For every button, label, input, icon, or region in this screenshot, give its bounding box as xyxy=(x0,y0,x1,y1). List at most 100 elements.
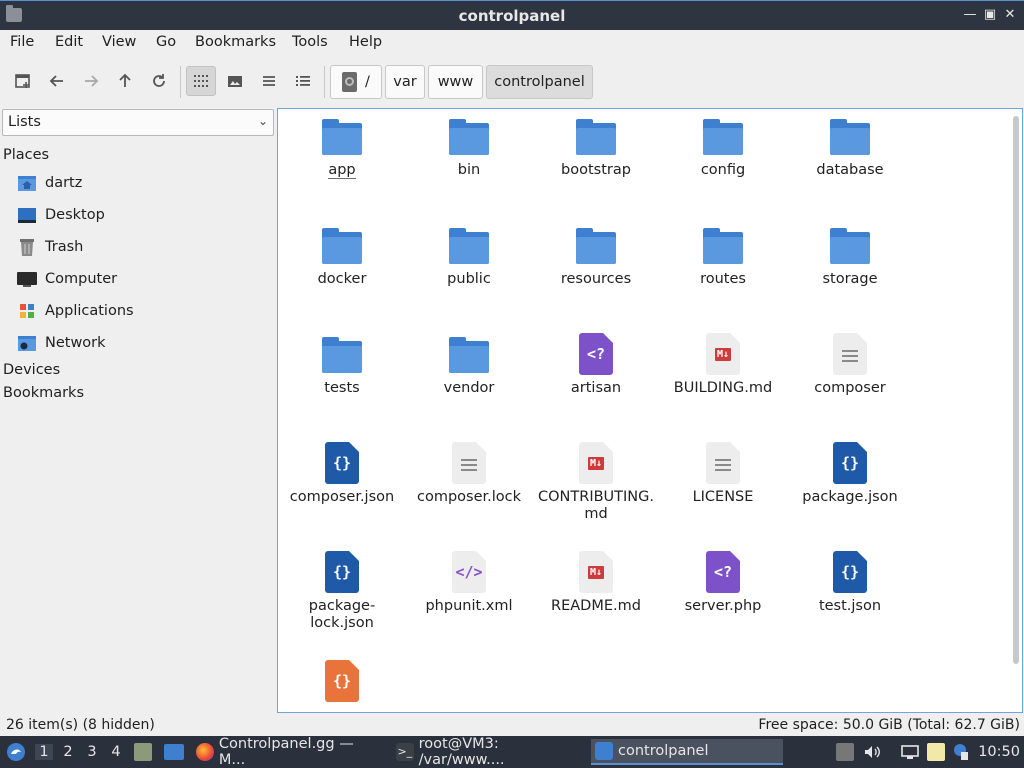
updates-icon[interactable] xyxy=(836,743,854,761)
scrollbar-thumb[interactable] xyxy=(1013,116,1019,664)
title-bar: controlpanel — ▣ ✕ xyxy=(0,0,1024,30)
folder-routes[interactable]: routes xyxy=(663,224,783,288)
workspace-4[interactable]: 4 xyxy=(107,744,125,760)
folder-bootstrap[interactable]: bootstrap xyxy=(536,115,656,179)
file-test-json[interactable]: {} test.json xyxy=(790,551,910,615)
file-contributing-md[interactable]: M↓ CONTRIBUTING. md xyxy=(536,442,656,523)
clipboard-icon[interactable] xyxy=(927,743,945,761)
menu-bookmarks[interactable]: Bookmarks xyxy=(195,34,276,50)
task-firefox[interactable]: Controlpanel.gg — M... xyxy=(192,736,384,768)
file-manager-launcher-icon[interactable] xyxy=(134,743,152,761)
reload-button[interactable] xyxy=(144,66,174,96)
folder-config[interactable]: config xyxy=(663,115,783,179)
markdown-file-icon: M↓ xyxy=(703,333,743,375)
folder-app[interactable]: app xyxy=(282,115,402,179)
folder-database[interactable]: database xyxy=(790,115,910,179)
sidebar-item-trash[interactable]: Trash xyxy=(16,233,266,261)
breadcrumb-root[interactable]: / xyxy=(330,65,382,99)
folder-storage[interactable]: storage xyxy=(790,224,910,288)
text-file-icon xyxy=(830,333,870,375)
compact-view-button[interactable] xyxy=(254,66,284,96)
bookmarks-header[interactable]: Bookmarks xyxy=(3,385,84,401)
file-server-php[interactable]: <? server.php xyxy=(663,551,783,615)
close-button[interactable]: ✕ xyxy=(1001,6,1019,24)
sidebar-item-applications[interactable]: Applications xyxy=(16,297,266,325)
sidebar-item-computer[interactable]: Computer xyxy=(16,265,266,293)
file-label: storage xyxy=(790,271,910,288)
file-composer-lock[interactable]: composer.lock xyxy=(409,442,529,506)
scrollbar[interactable] xyxy=(1011,113,1019,709)
file-license[interactable]: LICENSE xyxy=(663,442,783,506)
home-folder-icon xyxy=(16,173,38,193)
file-name: composer xyxy=(814,380,886,396)
file-label: public xyxy=(409,271,529,288)
folder-resources[interactable]: resources xyxy=(536,224,656,288)
start-menu-icon[interactable] xyxy=(6,742,26,762)
menu-view[interactable]: View xyxy=(102,34,136,50)
file-label: package- lock.json xyxy=(282,598,402,632)
folder-icon xyxy=(449,115,489,157)
folder-icon xyxy=(322,115,362,157)
sidebar-item-network[interactable]: Network xyxy=(16,329,266,357)
task-label: Controlpanel.gg — M... xyxy=(218,736,354,768)
workspace-2[interactable]: 2 xyxy=(59,744,77,760)
minimize-button[interactable]: — xyxy=(961,6,979,24)
folder-icon xyxy=(449,224,489,266)
text-file-icon xyxy=(703,442,743,484)
side-pane-mode-select[interactable]: Lists ⌄ xyxy=(2,109,274,136)
arrow-right-icon xyxy=(85,75,99,87)
menu-edit[interactable]: Edit xyxy=(55,34,83,50)
menu-go[interactable]: Go xyxy=(156,34,176,50)
icon-view-button[interactable] xyxy=(186,66,216,96)
file-building-md[interactable]: M↓ BUILDING.md xyxy=(663,333,783,397)
places-header[interactable]: Places xyxy=(3,147,49,163)
computer-icon xyxy=(16,269,38,289)
file-file[interactable]: {} xyxy=(282,660,402,707)
sidebar-item-desktop[interactable]: Desktop xyxy=(16,201,266,229)
breadcrumb-controlpanel[interactable]: controlpanel xyxy=(486,65,593,99)
menu-help[interactable]: Help xyxy=(349,34,382,50)
maximize-button[interactable]: ▣ xyxy=(981,6,999,24)
detailed-view-button[interactable] xyxy=(288,66,318,96)
workspace-1[interactable]: 1 xyxy=(35,744,53,760)
markdown-file-icon: M↓ xyxy=(576,442,616,484)
network-status-icon[interactable] xyxy=(901,743,919,761)
file-name: docker xyxy=(317,271,367,287)
breadcrumb-var[interactable]: var xyxy=(385,65,425,99)
file-view[interactable]: app bin bootstrap config database docker publi… xyxy=(277,108,1023,713)
devices-header[interactable]: Devices xyxy=(3,362,60,378)
arrow-up-icon xyxy=(119,73,131,87)
notification-icon[interactable] xyxy=(953,743,969,761)
task-controlpanel[interactable]: controlpanel xyxy=(591,739,783,765)
file-phpunit-xml[interactable]: </> phpunit.xml xyxy=(409,551,529,615)
file-artisan[interactable]: <? artisan xyxy=(536,333,656,397)
breadcrumb-www[interactable]: www xyxy=(428,65,483,99)
folder-bin[interactable]: bin xyxy=(409,115,529,179)
back-button[interactable] xyxy=(42,66,72,96)
file-composer-json[interactable]: {} composer.json xyxy=(282,442,402,506)
network-icon xyxy=(16,333,38,353)
file-name: database xyxy=(816,162,884,178)
file-composer[interactable]: composer xyxy=(790,333,910,397)
workspace-3[interactable]: 3 xyxy=(83,744,101,760)
reload-icon xyxy=(153,74,165,87)
volume-icon[interactable] xyxy=(863,743,881,761)
up-button[interactable] xyxy=(110,66,140,96)
file-label: bootstrap xyxy=(536,162,656,179)
file-readme-md[interactable]: M↓ README.md xyxy=(536,551,656,615)
task-terminal[interactable]: >_ root@VM3: /var/www.... xyxy=(392,736,586,768)
sidebar-item-home[interactable]: dartz xyxy=(16,169,266,197)
thumbnail-view-button[interactable] xyxy=(220,66,250,96)
file-package-json[interactable]: {} package.json xyxy=(790,442,910,506)
folder-icon xyxy=(576,115,616,157)
folder-vendor[interactable]: vendor xyxy=(409,333,529,397)
menu-tools[interactable]: Tools xyxy=(292,34,328,50)
forward-button[interactable] xyxy=(76,66,106,96)
folder-public[interactable]: public xyxy=(409,224,529,288)
file-package-lock-json[interactable]: {} package- lock.json xyxy=(282,551,402,632)
folder-tests[interactable]: tests xyxy=(282,333,402,397)
menu-file[interactable]: File xyxy=(10,34,34,50)
new-tab-button[interactable] xyxy=(8,66,38,96)
show-desktop-icon[interactable] xyxy=(164,744,184,760)
folder-docker[interactable]: docker xyxy=(282,224,402,288)
